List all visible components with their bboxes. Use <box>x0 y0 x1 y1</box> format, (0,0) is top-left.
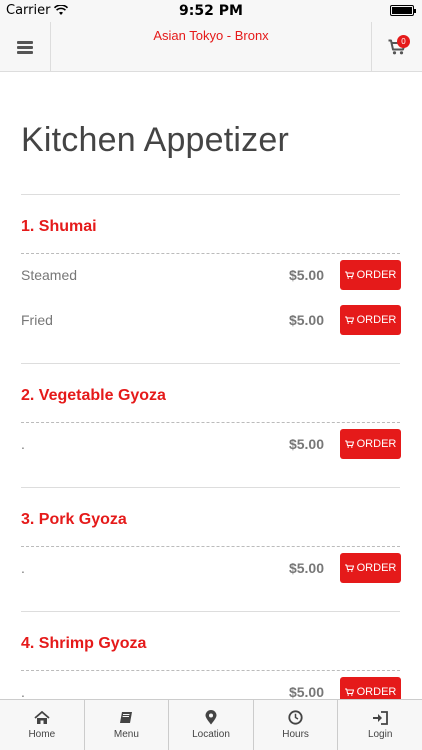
cart-count-badge: 0 <box>397 35 410 48</box>
title-divider <box>21 194 400 195</box>
item-divider <box>21 611 400 612</box>
cart-icon <box>344 271 354 279</box>
option-price: $5.00 <box>288 560 324 576</box>
battery-fill <box>392 7 412 14</box>
cart-icon <box>344 316 354 324</box>
menu-button[interactable] <box>0 22 51 72</box>
order-button[interactable]: ORDER <box>340 305 401 335</box>
battery-icon <box>390 5 416 16</box>
menu-item-name: 3. Pork Gyoza <box>21 511 127 528</box>
menu-item-name: 4. Shrimp Gyoza <box>21 635 147 652</box>
login-icon <box>373 710 389 725</box>
order-label: ORDER <box>356 269 397 281</box>
tab-hours[interactable]: Hours <box>254 700 339 750</box>
tab-home[interactable]: Home <box>0 700 85 750</box>
dotted-divider <box>21 253 400 254</box>
dotted-divider <box>21 670 400 671</box>
menu-item-name: 1. Shumai <box>21 218 97 235</box>
cart-icon <box>344 688 354 696</box>
map-pin-icon <box>205 710 217 725</box>
tab-menu[interactable]: Menu <box>85 700 170 750</box>
app-header: Asian Tokyo - Bronx 0 <box>0 22 422 72</box>
tab-label: Hours <box>282 729 309 740</box>
status-time: 9:52 PM <box>179 3 243 19</box>
order-button[interactable]: ORDER <box>340 260 401 290</box>
home-icon <box>34 710 50 724</box>
order-button[interactable]: ORDER <box>340 429 401 459</box>
clock-icon <box>288 710 303 725</box>
option-price: $5.00 <box>288 436 324 452</box>
cart-button[interactable]: 0 <box>371 22 422 72</box>
tab-label: Login <box>367 728 393 740</box>
status-bar: Carrier 9:52 PM <box>0 0 422 22</box>
cart-icon <box>344 440 354 448</box>
option-price: $5.00 <box>288 312 324 328</box>
menu-item-name: 2. Vegetable Gyoza <box>21 387 166 404</box>
tab-login[interactable]: Login <box>338 700 422 750</box>
hamburger-icon <box>17 40 33 54</box>
option-label: . <box>21 436 25 452</box>
order-button[interactable]: ORDER <box>340 553 401 583</box>
tab-label: Menu <box>113 728 139 740</box>
order-label: ORDER <box>356 438 397 450</box>
option-label: Steamed <box>21 267 78 283</box>
order-label: ORDER <box>356 562 397 574</box>
tab-bar: Home Menu Location Hours Login <box>0 699 422 750</box>
page-title: Kitchen Appetizer <box>21 121 290 159</box>
option-price: $5.00 <box>288 267 324 283</box>
order-label: ORDER <box>356 686 397 698</box>
dotted-divider <box>21 422 400 423</box>
option-label: Fried <box>21 312 53 328</box>
restaurant-title: Asian Tokyo - Bronx <box>153 28 269 43</box>
option-price: $5.00 <box>288 684 324 699</box>
order-button[interactable]: ORDER <box>340 677 401 699</box>
item-divider <box>21 487 400 488</box>
menu-content[interactable]: Kitchen Appetizer 1. Shumai Steamed $5.0… <box>0 73 422 699</box>
book-icon <box>120 711 133 723</box>
cart-icon <box>344 564 354 572</box>
tab-location[interactable]: Location <box>169 700 254 750</box>
option-label: . <box>21 684 25 699</box>
option-label: . <box>21 560 25 576</box>
tab-label: Home <box>28 728 56 740</box>
tab-label: Location <box>192 729 230 740</box>
order-label: ORDER <box>356 314 397 326</box>
item-divider <box>21 363 400 364</box>
dotted-divider <box>21 546 400 547</box>
